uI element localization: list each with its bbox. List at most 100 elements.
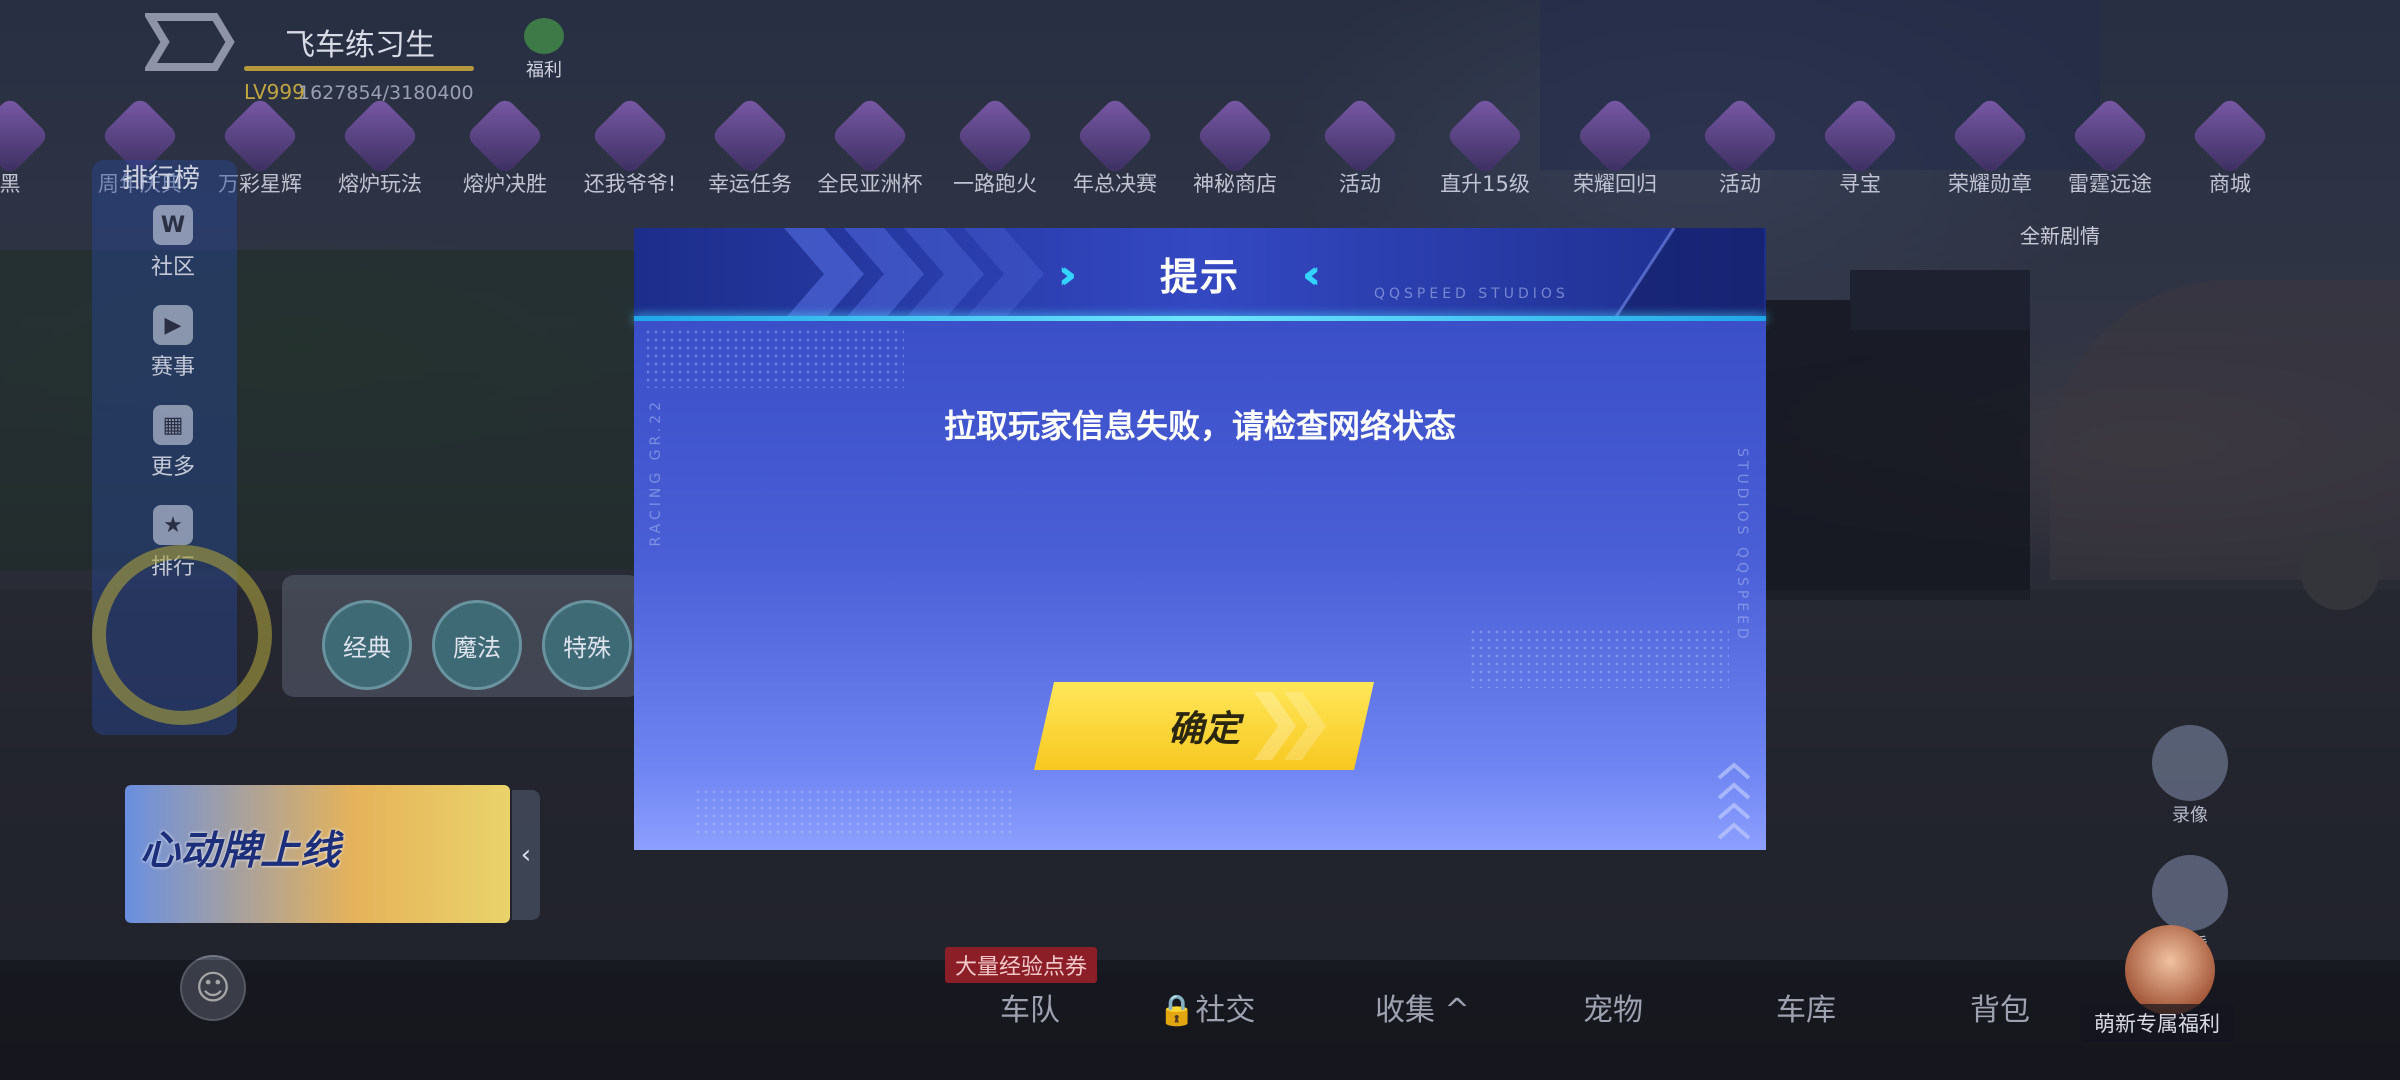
chevron-stack-icon <box>1717 762 1751 840</box>
event-label: 熔炉玩法 <box>338 172 422 196</box>
sidebar-label: 更多 <box>150 455 195 480</box>
record-button[interactable]: 录像 <box>2150 725 2230 827</box>
lock-icon: 🔒 <box>1158 993 1196 1028</box>
event-badge-icon <box>590 96 670 176</box>
banner-title: 心动牌上线 <box>140 828 340 874</box>
dot-pattern <box>1469 628 1729 688</box>
confirm-label: 确定 <box>1167 709 1240 750</box>
event-label: 全民亚洲杯 <box>817 172 923 196</box>
event-badge-icon <box>2190 96 2270 176</box>
rank-icon: ★ <box>153 505 193 545</box>
event-label: 熔炉决胜 <box>463 172 547 196</box>
event-icon-0[interactable]: 黑 <box>0 96 70 198</box>
nav-collect-label: 收集 <box>1375 993 1435 1028</box>
event-icon-7[interactable]: 全民亚洲杯 <box>810 96 930 198</box>
brand-text: QQSPEED STUDIOS <box>1374 286 1569 302</box>
event-label: 荣耀回归 <box>1573 172 1657 196</box>
event-icon-16[interactable]: 荣耀勋章 <box>1930 96 2050 198</box>
event-icon-10[interactable]: 神秘商店 <box>1175 96 1295 198</box>
event-icon-14[interactable]: 活动 <box>1680 96 1800 198</box>
chevron-up-icon: ^ <box>1444 993 1470 1028</box>
mode-classic-button[interactable]: 经典 <box>322 600 412 690</box>
event-label: 荣耀勋章 <box>1948 172 2032 196</box>
nav-team[interactable]: 车队 <box>1000 985 1060 1029</box>
event-sub-label: 全新剧情 <box>2020 224 2100 248</box>
chevron-left-icon: ‹‹ <box>1302 252 1321 298</box>
right-vertical-text: STUDIOS QQSPEED <box>1734 448 1750 643</box>
event-icon-3[interactable]: 熔炉玩法 <box>320 96 440 198</box>
xp-bar <box>244 66 474 71</box>
event-icon-17[interactable]: 雷霆远途 <box>2050 96 2170 198</box>
event-badge-icon <box>1195 96 1275 176</box>
mascot-avatar[interactable] <box>2125 925 2215 1015</box>
event-badge-icon <box>0 96 50 176</box>
nav-backpack[interactable]: 背包 <box>1970 985 2030 1029</box>
tv-icon: ▶ <box>153 305 193 345</box>
event-label: 直升15级 <box>1440 172 1530 196</box>
gift-icon <box>524 18 564 54</box>
grid-icon: ▦ <box>153 405 193 445</box>
dot-pattern <box>694 788 1014 838</box>
player-name[interactable]: 飞车练习生 <box>285 20 435 64</box>
event-label: 黑 <box>0 172 21 196</box>
sidebar-label: 赛事 <box>150 355 195 380</box>
mode-magic-button[interactable]: 魔法 <box>432 600 522 690</box>
event-label: 年总决赛 <box>1073 172 1157 196</box>
mode-special-button[interactable]: 特殊 <box>542 600 632 690</box>
confirm-button[interactable]: 确定 <box>1034 682 1374 770</box>
record-label: 录像 <box>2172 805 2208 826</box>
event-badge-icon <box>1445 96 1525 176</box>
nav-social[interactable]: 🔒社交 <box>1158 985 1255 1029</box>
event-badge-icon <box>1820 96 1900 176</box>
dialog-title: 提示 <box>1159 255 1240 299</box>
event-icon-4[interactable]: 熔炉决胜 <box>445 96 565 198</box>
nav-pet[interactable]: 宠物 <box>1583 985 1643 1029</box>
sidebar-item-community[interactable]: W 社区 <box>138 205 208 281</box>
event-label: 一路跑火 <box>953 172 1037 196</box>
nav-social-label: 社交 <box>1195 993 1256 1028</box>
sidebar-item-more[interactable]: ▦ 更多 <box>138 405 208 481</box>
start-gauge[interactable] <box>92 545 272 725</box>
welfare-button[interactable]: 福利 <box>518 18 570 81</box>
event-label: 神秘商店 <box>1193 172 1277 196</box>
sidebar-item-events[interactable]: ▶ 赛事 <box>138 305 208 381</box>
event-badge-icon <box>1575 96 1655 176</box>
event-icon-18[interactable]: 商城 <box>2170 96 2290 198</box>
event-label: 雷霆远途 <box>2068 172 2152 196</box>
event-icon-6[interactable]: 幸运任务 <box>690 96 810 198</box>
event-badge-icon <box>830 96 910 176</box>
dot-pattern <box>644 328 904 388</box>
welfare-label: 福利 <box>526 60 562 81</box>
alert-dialog: ›› 提示 ‹‹ QQSPEED STUDIOS RACING GR.22 ST… <box>634 228 1766 850</box>
event-icon-12[interactable]: 直升15级 <box>1425 96 1545 198</box>
banner-collapse-icon[interactable]: ‹ <box>512 790 540 920</box>
event-icon-13[interactable]: 荣耀回归 <box>1555 96 1675 198</box>
event-badge-icon <box>955 96 1035 176</box>
event-badge-icon <box>1950 96 2030 176</box>
dialog-message: 拉取玩家信息失败，请检查网络状态 <box>943 407 1456 445</box>
game-logo <box>145 13 235 71</box>
community-icon: W <box>153 205 193 245</box>
event-badge-icon <box>340 96 420 176</box>
event-badge-icon <box>1320 96 1400 176</box>
sidebar-label: 社区 <box>150 255 195 280</box>
event-badge-icon <box>1075 96 1155 176</box>
event-icon-11[interactable]: 活动 <box>1300 96 1420 198</box>
event-badge-icon <box>2070 96 2150 176</box>
promo-badge: 大量经验点券 <box>945 947 1098 983</box>
event-label: 活动 <box>1719 172 1761 196</box>
event-badge-icon <box>1700 96 1780 176</box>
leaderboard-label[interactable]: 排行榜 <box>122 158 200 195</box>
nav-collect[interactable]: 收集 ^ <box>1375 985 1470 1029</box>
newbie-gift-label[interactable]: 萌新专属福利 <box>2080 1004 2234 1042</box>
nav-garage[interactable]: 车库 <box>1776 985 1836 1029</box>
event-icon-5[interactable]: 还我爷爷! <box>570 96 690 198</box>
event-label: 幸运任务 <box>708 172 792 196</box>
eye-icon <box>2152 855 2228 931</box>
event-label: 还我爷爷! <box>583 172 677 196</box>
event-label: 活动 <box>1339 172 1381 196</box>
event-icon-15[interactable]: 寻宝 <box>1800 96 1920 198</box>
video-camera-icon <box>2152 725 2228 801</box>
event-icon-9[interactable]: 年总决赛 <box>1055 96 1175 198</box>
event-icon-8[interactable]: 一路跑火 <box>935 96 1055 198</box>
